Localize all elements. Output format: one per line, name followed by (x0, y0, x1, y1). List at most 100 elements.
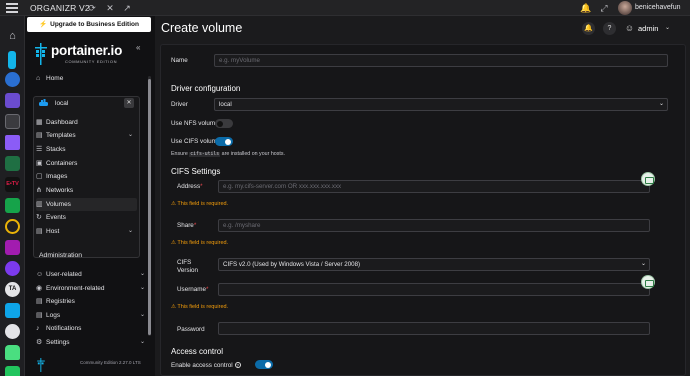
name-label: Name (171, 57, 188, 64)
organizr-title: ORGANIZR V2 (30, 3, 90, 13)
external-link-icon[interactable]: ↗ (121, 2, 133, 14)
docker-icon (39, 99, 48, 106)
refresh-icon[interactable]: ⟳ (86, 2, 98, 14)
dashboard-icon: ▦ (36, 118, 43, 126)
organizr-topbar: ORGANIZR V2 ⟳ ✕ ↗ 🔔 ⤢ benicehavefun (0, 0, 690, 16)
app-icon[interactable] (5, 93, 20, 108)
sidebar-item-label: Networks (46, 187, 74, 194)
cifs-version-value: CIFS v2.0 (Used by Windows Vista / Serve… (223, 261, 361, 268)
bell-icon: ♪ (36, 325, 40, 333)
sidebar-item-networks[interactable]: ⋔ Networks (36, 184, 137, 197)
app-icon[interactable] (5, 156, 20, 171)
sidebar-item-environment-related[interactable]: ◉ Environment-related ⌄ (36, 282, 149, 295)
cifs-utils-code: cifs-utils (189, 152, 221, 157)
help-circle-icon[interactable]: ? (234, 362, 241, 368)
android-icon[interactable] (5, 345, 20, 360)
cifs-utils-hint: Ensure cifs-utils are installed on your … (171, 151, 285, 157)
hamburger-menu-icon[interactable] (6, 3, 18, 13)
sidebar-item-label: Images (46, 173, 68, 181)
sidebar-item-label: Dashboard (46, 118, 78, 126)
user-icon[interactable]: ☺ (623, 22, 636, 35)
cifs-toggle[interactable] (215, 137, 233, 146)
containers-icon: ▣ (36, 159, 43, 167)
app-icon[interactable] (5, 72, 20, 87)
sidebar-item-registries[interactable]: ▤ Registries (36, 295, 149, 308)
portainer-small-logo-icon (37, 358, 45, 372)
password-manager-icon[interactable] (641, 275, 655, 289)
sidebar-item-dashboard[interactable]: ▦ Dashboard (36, 116, 137, 129)
share-error: ⚠ This field is required. (171, 240, 229, 246)
tv-app-icon[interactable]: E•TV (5, 177, 20, 192)
sidebar-item-user-related[interactable]: ☺ User-related ⌄ (36, 268, 149, 281)
driver-value: local (219, 101, 232, 108)
sidebar-item-events[interactable]: ↻ Events (36, 211, 137, 224)
access-control-label: Enable access control? (171, 362, 241, 369)
sidebar-item-label: Logs (46, 311, 61, 319)
administration-heading: Administration (39, 252, 83, 259)
volumes-icon: ▥ (36, 200, 43, 208)
app-icon[interactable] (5, 198, 20, 213)
password-input[interactable] (218, 322, 650, 335)
portainer-app-icon[interactable] (8, 51, 16, 69)
sidebar-item-home[interactable]: ⌂ Home (36, 72, 149, 85)
sidebar-item-templates[interactable]: ▤ Templates ⌄ (36, 129, 137, 142)
collapse-sidebar-icon[interactable]: « (136, 43, 140, 52)
sidebar-item-stacks[interactable]: ☰ Stacks (36, 143, 137, 156)
admin-username[interactable]: admin (638, 24, 658, 33)
share-input[interactable]: e.g. /myshare (218, 219, 650, 232)
search-app-icon[interactable] (5, 219, 20, 234)
sidebar-item-label: Notifications (46, 325, 82, 333)
sidebar-item-volumes[interactable]: ▥ Volumes (36, 197, 137, 211)
logs-icon: ▤ (36, 311, 43, 319)
chevron-down-icon: ⌄ (640, 261, 646, 267)
app-icon[interactable] (5, 303, 20, 318)
address-input[interactable]: e.g. my.cifs-server.com OR xxx.xxx.xxx.x… (218, 180, 650, 193)
expand-icon[interactable]: ⤢ (598, 2, 610, 14)
networks-icon: ⋔ (36, 187, 42, 194)
app-icon[interactable]: TA (5, 282, 20, 297)
upgrade-button[interactable]: ⚡ Upgrade to Business Edition (27, 17, 151, 32)
cifs-version-select[interactable]: CIFS v2.0 (Used by Windows Vista / Serve… (218, 258, 650, 271)
user-avatar[interactable] (618, 1, 632, 15)
sidebar-item-logs[interactable]: ▤ Logs ⌄ (36, 309, 149, 322)
chevron-down-icon[interactable]: ⌄ (665, 24, 670, 31)
bolt-icon: ⚡ (39, 21, 48, 28)
driver-label: Driver (171, 101, 188, 108)
app-icon[interactable] (5, 135, 20, 150)
environment-name[interactable]: local (55, 97, 115, 110)
username-error: ⚠ This field is required. (171, 304, 229, 310)
app-icon[interactable] (5, 324, 20, 339)
sidebar-item-notifications[interactable]: ♪ Notifications (36, 322, 149, 335)
notifications-icon[interactable]: 🔔 (582, 22, 595, 35)
chevron-down-icon: ⌄ (139, 271, 145, 277)
create-volume-form: Name e.g. myVolume Driver configuration … (160, 44, 686, 376)
app-icon[interactable] (5, 114, 20, 129)
version-label: Community Edition 2.27.0 LTS (80, 360, 141, 365)
images-icon: ▢ (36, 173, 43, 181)
sidebar-item-containers[interactable]: ▣ Containers (36, 157, 137, 170)
close-icon[interactable]: ✕ (104, 2, 116, 14)
nfs-toggle[interactable] (215, 119, 233, 128)
sidebar-item-host[interactable]: ▤ Host ⌄ (36, 225, 137, 238)
app-icon[interactable] (5, 366, 20, 376)
access-control-toggle[interactable] (255, 360, 273, 369)
app-icon[interactable] (5, 261, 20, 276)
close-environment-icon[interactable]: ✕ (124, 98, 134, 108)
username-input[interactable] (218, 283, 650, 296)
portainer-logo[interactable]: portainer.io COMMUNITY EDITION (35, 43, 145, 73)
help-icon[interactable]: ? (603, 22, 616, 35)
chevron-down-icon: ⌄ (139, 311, 145, 318)
sidebar-item-images[interactable]: ▢ Images (36, 170, 137, 183)
name-input[interactable]: e.g. myVolume (214, 54, 668, 67)
home-icon[interactable]: ⌂ (5, 29, 20, 44)
bell-icon[interactable]: 🔔 (580, 2, 592, 14)
password-manager-icon[interactable] (641, 172, 655, 186)
driver-select[interactable]: local ⌄ (214, 98, 668, 111)
sidebar-item-label: Events (46, 214, 66, 222)
sidebar-item-settings[interactable]: ⚙ Settings ⌄ (36, 336, 149, 349)
sidebar-scrollbar-thumb[interactable] (148, 79, 151, 335)
organizr-username[interactable]: benicehavefun (635, 4, 681, 11)
chevron-down-icon: ⌄ (127, 228, 133, 235)
app-icon[interactable] (5, 240, 20, 255)
sidebar-item-label: Stacks (46, 145, 66, 153)
